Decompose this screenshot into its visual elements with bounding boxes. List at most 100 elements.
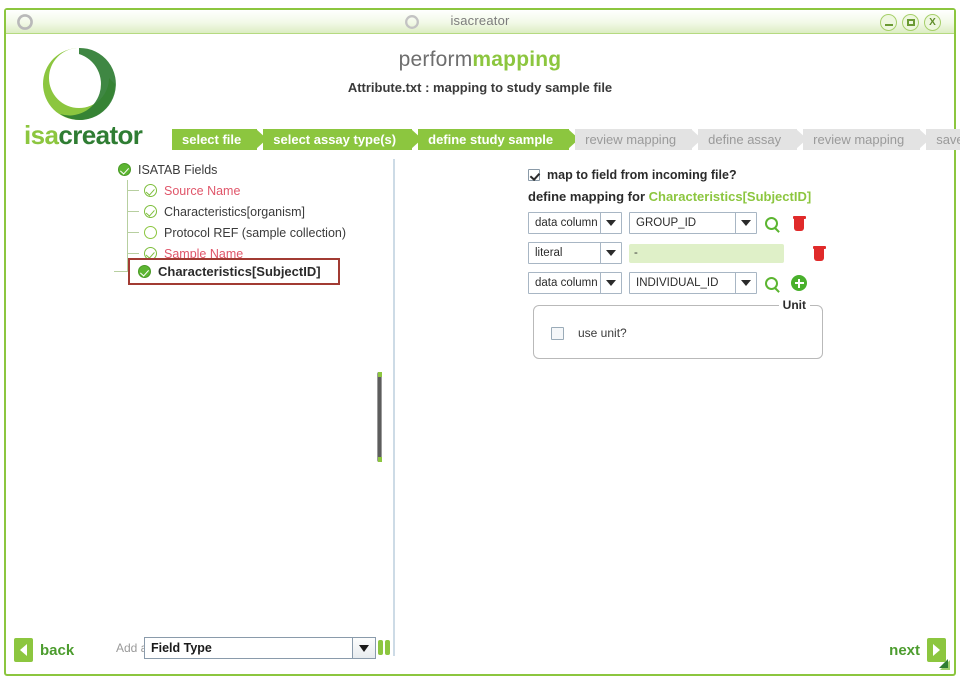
- chevron-down-icon[interactable]: [600, 213, 621, 233]
- brand-word-creator: creator: [58, 120, 143, 150]
- mapping-value-select-3[interactable]: INDIVIDUAL_ID: [629, 272, 757, 294]
- tree-node-label: ISATAB Fields: [138, 162, 218, 177]
- tree-node-source-name[interactable]: Source Name: [114, 180, 392, 201]
- tree-elbow: [114, 271, 128, 272]
- breadcrumb-label: review mapping: [585, 132, 677, 147]
- breadcrumb-step-review-mapping-1[interactable]: review mapping: [575, 129, 703, 150]
- page-title-suffix: mapping: [472, 48, 562, 71]
- chevron-down-icon[interactable]: [735, 213, 756, 233]
- field-type-value: Field Type: [151, 641, 212, 655]
- tree-node-characteristics-subjectid-selected[interactable]: Characteristics[SubjectID]: [128, 258, 340, 285]
- magnifier-icon: [764, 216, 778, 230]
- use-unit-label: use unit?: [578, 326, 627, 340]
- breadcrumb-step-define-study-sample[interactable]: define study sample: [418, 129, 580, 150]
- mapping-value-text: GROUP_ID: [636, 217, 697, 229]
- define-mapping-target: Characteristics[SubjectID]: [648, 189, 812, 204]
- unit-group-box: Unit use unit?: [533, 298, 823, 359]
- add-a-label: Add a: [116, 641, 148, 655]
- window-title: isacreator: [450, 13, 510, 28]
- chevron-down-icon[interactable]: [600, 273, 621, 293]
- trash-icon: [792, 215, 806, 231]
- search-button-3[interactable]: [757, 272, 785, 294]
- tree-elbow: [127, 190, 139, 191]
- mapping-type-value: data column: [535, 217, 598, 229]
- breadcrumb: select file select assay type(s) define …: [172, 129, 960, 150]
- page-title-prefix: perform: [398, 48, 473, 71]
- isatab-fields-tree: ISATAB Fields Source Name Characteristic…: [114, 159, 392, 654]
- delete-row-button-1[interactable]: [785, 212, 813, 234]
- chevron-down-icon[interactable]: [352, 638, 375, 658]
- green-empty-circle-icon: [144, 226, 157, 239]
- close-button[interactable]: X: [924, 14, 941, 31]
- literal-value-text: -: [634, 247, 638, 259]
- mapping-row-2: literal -: [528, 242, 848, 264]
- breadcrumb-label: select assay type(s): [273, 132, 397, 147]
- next-label: next: [889, 641, 920, 659]
- tree-elbow: [127, 211, 139, 212]
- use-unit-checkbox-row[interactable]: use unit?: [551, 326, 627, 340]
- back-button[interactable]: back: [14, 638, 74, 662]
- map-to-field-label: map to field from incoming file?: [547, 168, 737, 182]
- field-type-select[interactable]: Field Type: [144, 637, 376, 659]
- back-label: back: [40, 641, 75, 659]
- magnifier-icon: [764, 276, 778, 290]
- page-subtitle: Attribute.txt : mapping to study sample …: [347, 80, 613, 95]
- mapping-value-text: INDIVIDUAL_ID: [636, 277, 719, 289]
- title-bar: isacreator X: [6, 10, 954, 34]
- tree-node-label: Characteristics[organism]: [164, 204, 306, 219]
- window-content: isacreator performmapping Attribute.txt …: [6, 34, 960, 674]
- tree-node-protocol-ref[interactable]: Protocol REF (sample collection): [114, 222, 392, 243]
- mapping-row-1: data column GROUP_ID: [528, 212, 848, 234]
- breadcrumb-label: select file: [182, 132, 242, 147]
- close-icon: X: [929, 16, 936, 28]
- maximize-button[interactable]: [902, 14, 919, 31]
- breadcrumb-label: review mapping: [813, 132, 905, 147]
- chevron-down-icon[interactable]: [735, 273, 756, 293]
- breadcrumb-step-select-file[interactable]: select file: [172, 129, 268, 150]
- add-field-bars-icon[interactable]: [378, 640, 390, 655]
- define-mapping-prefix: define mapping for: [528, 189, 645, 204]
- mapping-type-select-3[interactable]: data column: [528, 272, 622, 294]
- green-check-circle-outline-icon: [144, 205, 157, 218]
- tree-node-label: Characteristics[SubjectID]: [158, 264, 321, 279]
- tree-node-root[interactable]: ISATAB Fields: [114, 159, 392, 180]
- trash-icon: [812, 245, 826, 261]
- chevron-down-icon[interactable]: [600, 243, 621, 263]
- literal-value-input[interactable]: -: [629, 243, 784, 263]
- chevron-left-icon: [14, 638, 33, 662]
- breadcrumb-step-select-assay-types[interactable]: select assay type(s): [263, 129, 423, 150]
- breadcrumb-step-review-mapping-2[interactable]: review mapping: [803, 129, 931, 150]
- mapping-row-3: data column INDIVIDUAL_ID: [528, 272, 848, 294]
- mapping-type-value: data column: [535, 277, 598, 289]
- green-check-circle-icon: [138, 265, 151, 278]
- breadcrumb-label: save: [936, 132, 960, 147]
- application-window: isacreator X isacreator performmapping A…: [4, 8, 960, 676]
- minimize-button[interactable]: [880, 14, 897, 31]
- mapping-type-select-1[interactable]: data column: [528, 212, 622, 234]
- breadcrumb-step-save[interactable]: save: [926, 129, 960, 150]
- mapping-value-select-1[interactable]: GROUP_ID: [629, 212, 757, 234]
- resize-grip-icon[interactable]: [938, 658, 951, 671]
- tree-node-characteristics-organism[interactable]: Characteristics[organism]: [114, 201, 392, 222]
- panel-splitter: [393, 159, 395, 656]
- checkbox-icon[interactable]: [528, 169, 540, 181]
- tree-node-label: Source Name: [164, 183, 241, 198]
- mapping-type-value: literal: [535, 247, 563, 259]
- breadcrumb-label: define assay: [708, 132, 782, 147]
- search-button-1[interactable]: [757, 212, 785, 234]
- brand-word-isa: isa: [24, 120, 59, 150]
- checkbox-icon[interactable]: [551, 326, 564, 340]
- page-title: performmapping: [6, 48, 954, 72]
- unit-group-title: Unit: [778, 298, 810, 312]
- tree-elbow: [127, 232, 139, 233]
- add-row-button[interactable]: [785, 272, 813, 294]
- splitter-grip[interactable]: [377, 372, 382, 462]
- mapping-type-select-2[interactable]: literal: [528, 242, 622, 264]
- map-to-field-checkbox-row[interactable]: map to field from incoming file?: [528, 166, 848, 184]
- delete-row-button-2[interactable]: [805, 242, 833, 264]
- breadcrumb-label: define study sample: [428, 132, 554, 147]
- breadcrumb-step-define-assay[interactable]: define assay: [698, 129, 808, 150]
- plus-icon: [791, 275, 807, 291]
- mapping-panel: map to field from incoming file? define …: [528, 166, 848, 294]
- define-mapping-heading: define mapping for Characteristics[Subje…: [528, 189, 848, 204]
